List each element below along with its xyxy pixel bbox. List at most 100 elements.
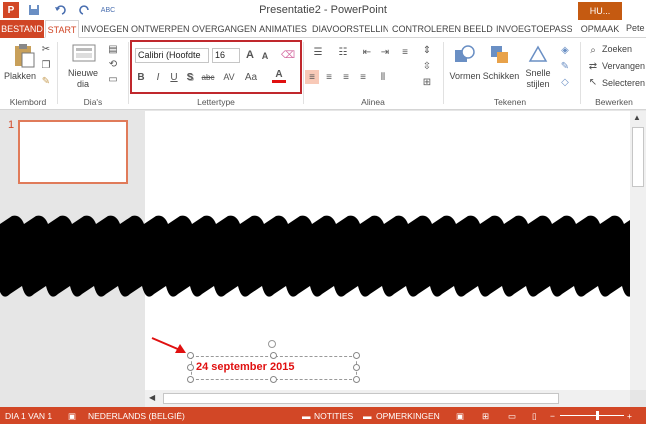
smartart-icon[interactable]: ⊞ — [420, 76, 434, 88]
resize-handle[interactable] — [187, 376, 194, 383]
zoom-out-icon[interactable]: − — [550, 411, 555, 421]
reading-view-icon[interactable]: ▭ — [508, 411, 516, 422]
arrange-button[interactable]: Schikken — [482, 71, 520, 81]
annotation-arrow — [151, 337, 186, 353]
slide-sorter-icon[interactable]: ⊞ — [482, 411, 489, 422]
select-button[interactable]: Selecteren — [602, 78, 645, 88]
align-left-icon[interactable]: ≡ — [305, 70, 319, 84]
date-text[interactable]: 24 september 2015 — [196, 361, 294, 373]
new-slide-button-line2: dia — [76, 79, 89, 89]
resize-handle[interactable] — [353, 376, 360, 383]
title-bar: P ABC Presentatie2 - PowerPoint — [0, 0, 646, 20]
scroll-left-icon[interactable]: ◀ — [149, 393, 155, 402]
slide-thumbnail[interactable] — [18, 120, 128, 184]
line-spacing-icon[interactable]: ≡ — [398, 46, 412, 58]
tab-start[interactable]: START — [45, 20, 79, 38]
arrange-icon[interactable] — [488, 43, 512, 67]
align-right-icon[interactable]: ≡ — [339, 70, 353, 84]
find-icon[interactable]: ⌕ — [587, 44, 599, 56]
shapes-icon[interactable] — [452, 43, 478, 67]
text-direction-icon[interactable]: ⇕ — [420, 44, 434, 56]
slide-indicator[interactable]: DIA 1 VAN 1 — [5, 411, 52, 421]
thumbnail-number: 1 — [8, 119, 15, 131]
proofing-icon[interactable]: ▣ — [68, 411, 76, 422]
zoom-slider-thumb[interactable] — [596, 411, 599, 420]
align-text-icon[interactable]: ⇳ — [420, 60, 434, 72]
decrease-indent-icon[interactable]: ⇤ — [360, 46, 374, 58]
horizontal-scroll-thumb[interactable] — [163, 393, 559, 404]
section-icon[interactable]: ▭ — [106, 73, 120, 85]
tab-invoegtoepassingen[interactable]: INVOEGTOEPASSI — [496, 20, 572, 38]
layout-icon[interactable]: ▤ — [106, 43, 120, 55]
language-indicator[interactable]: NEDERLANDS (BELGIË) — [88, 411, 185, 421]
tab-diavoorstelling[interactable]: DIAVOORSTELLIN — [312, 20, 388, 38]
shape-outline-icon[interactable]: ✎ — [558, 60, 572, 72]
notes-button[interactable]: NOTITIES — [314, 411, 353, 421]
find-button[interactable]: Zoeken — [602, 44, 632, 54]
paste-icon[interactable] — [10, 43, 38, 69]
tab-invoegen[interactable]: INVOEGEN — [81, 20, 129, 38]
user-badge[interactable]: HU... — [578, 2, 622, 20]
numbering-icon[interactable]: ☷ — [333, 46, 353, 58]
cut-icon[interactable]: ✂ — [40, 43, 52, 55]
reset-icon[interactable]: ⟲ — [106, 58, 120, 70]
rotate-handle[interactable] — [268, 340, 276, 348]
shapes-button[interactable]: Vormen — [446, 71, 484, 81]
torn-edge-overlay — [0, 215, 646, 297]
resize-handle[interactable] — [353, 352, 360, 359]
tab-beeld[interactable]: BEELD — [462, 20, 494, 38]
zoom-in-icon[interactable]: + — [627, 411, 632, 421]
resize-handle[interactable] — [270, 376, 277, 383]
shape-effects-icon[interactable]: ◇ — [558, 76, 572, 88]
replace-button[interactable]: Vervangen — [602, 61, 645, 71]
copy-icon[interactable]: ❐ — [40, 59, 52, 71]
ribbon-tabs: BESTAND START INVOEGEN ONTWERPEN OVERGAN… — [0, 20, 646, 38]
resize-handle[interactable] — [187, 352, 194, 359]
editing-group-label: Bewerken — [595, 97, 633, 107]
bullets-icon[interactable]: ☰ — [308, 46, 328, 58]
quick-styles-button-line2: stijlen — [526, 79, 550, 89]
notes-icon[interactable]: ▬ — [302, 411, 311, 421]
tab-animaties[interactable]: ANIMATIES — [256, 20, 310, 38]
resize-handle[interactable] — [353, 364, 360, 371]
scroll-up-icon[interactable]: ▲ — [633, 113, 641, 122]
tab-ontwerpen[interactable]: ONTWERPEN — [131, 20, 190, 38]
justify-icon[interactable]: ≡ — [356, 70, 370, 84]
font-group-label: Lettertype — [197, 97, 235, 107]
comments-icon[interactable]: ▬ — [363, 411, 372, 421]
tab-bestand[interactable]: BESTAND — [0, 20, 44, 38]
increase-indent-icon[interactable]: ⇥ — [378, 46, 392, 58]
quick-styles-icon[interactable] — [526, 43, 550, 67]
quick-styles-button[interactable]: Snelle — [520, 68, 556, 78]
zoom-slider[interactable] — [560, 415, 624, 416]
tab-opmaak[interactable]: OPMAAK — [578, 20, 622, 38]
new-slide-button[interactable]: Nieuwe — [60, 68, 106, 78]
vertical-scroll-thumb[interactable] — [632, 127, 644, 187]
horizontal-scrollbar[interactable]: ◀ — [145, 390, 630, 407]
tab-overgangen[interactable]: OVERGANGEN — [192, 20, 257, 38]
align-center-icon[interactable]: ≡ — [322, 70, 336, 84]
slideshow-icon[interactable]: ▯ — [532, 411, 537, 422]
drawing-group-label: Tekenen — [493, 97, 527, 107]
status-bar: DIA 1 VAN 1 ▣ NEDERLANDS (BELGIË) ▬ NOTI… — [0, 407, 646, 424]
comments-button[interactable]: OPMERKINGEN — [376, 411, 440, 421]
clipboard-group-label: Klembord — [9, 97, 47, 107]
new-slide-icon[interactable] — [72, 42, 96, 66]
replace-icon[interactable]: ⇄ — [587, 60, 599, 72]
resize-handle[interactable] — [270, 352, 277, 359]
shape-fill-icon[interactable]: ◈ — [558, 44, 572, 56]
normal-view-icon[interactable]: ▣ — [456, 411, 464, 422]
tab-controleren[interactable]: CONTROLEREN — [392, 20, 461, 38]
columns-icon[interactable]: ⫴ — [376, 70, 390, 84]
annotation-highlight-box — [130, 40, 302, 94]
resize-handle[interactable] — [187, 364, 194, 371]
window-title: Presentatie2 - PowerPoint — [259, 4, 387, 16]
format-painter-icon[interactable]: ✎ — [40, 75, 52, 87]
select-icon[interactable]: ↖ — [587, 76, 599, 88]
user-name[interactable]: Pete — [626, 23, 645, 33]
paragraph-group-label: Alinea — [361, 97, 385, 107]
slides-group-label: Dia's — [83, 97, 103, 107]
vertical-scrollbar[interactable]: ▲ — [630, 111, 646, 390]
paste-button[interactable]: Plakken — [2, 71, 38, 81]
ribbon: Plakken ✂ ❐ ✎ Klembord Nieuwe dia ▤ ⟲ ▭ … — [0, 38, 646, 110]
